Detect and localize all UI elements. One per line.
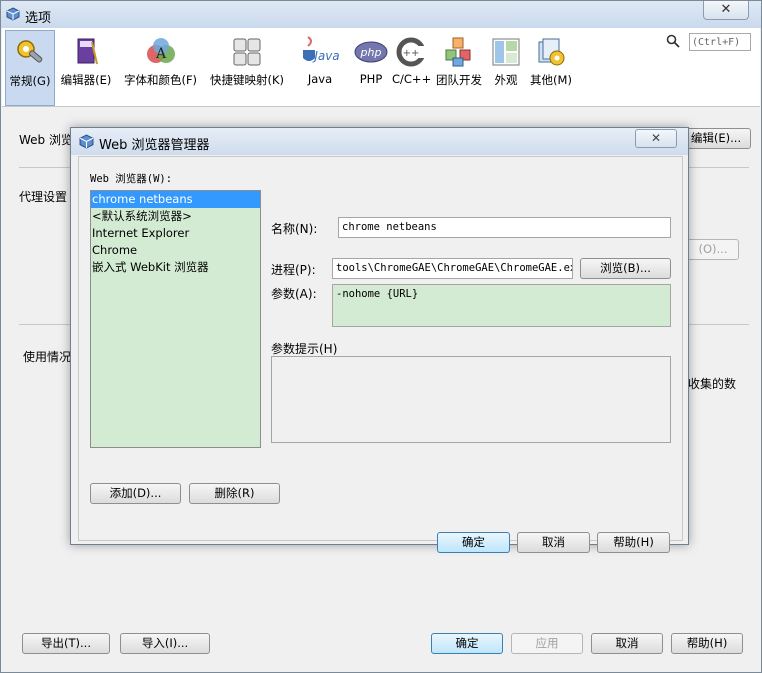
browse-button[interactable]: 浏览(B)...	[580, 258, 671, 279]
window-title: 选项	[25, 11, 52, 26]
java-icon: Java	[303, 36, 340, 63]
add-browser-button[interactable]: 添加(D)...	[90, 483, 181, 504]
netbeans-cube-icon	[79, 134, 94, 152]
proxy-options-button[interactable]: (O)...	[687, 239, 739, 260]
dialog-titlebar[interactable]: Web 浏览器管理器 ✕	[71, 128, 688, 155]
browser-list[interactable]: chrome netbeans <默认系统浏览器> Internet Explore…	[90, 190, 261, 448]
category-label: 编辑器(E)	[60, 73, 112, 87]
window-close-button[interactable]: ✕	[703, 1, 749, 20]
edit-browsers-button[interactable]: 编辑(E)...	[681, 128, 751, 149]
category-label: 团队开发	[436, 73, 482, 87]
browser-list-item[interactable]: 嵌入式 WebKit 浏览器	[91, 259, 260, 276]
category-label: Java	[307, 72, 333, 86]
arguments-hint-label: 参数提示(H)	[271, 342, 338, 356]
category-editor[interactable]: 编辑器(E)	[57, 30, 115, 104]
process-field[interactable]: tools\ChromeGAE\ChromeGAE\ChromeGAE.exe	[332, 258, 573, 279]
browser-list-item[interactable]: Internet Explorer	[91, 225, 260, 242]
cpp-icon: ++	[396, 37, 427, 67]
category-appearance[interactable]: 外观	[488, 30, 524, 104]
appearance-icon	[492, 38, 520, 66]
name-field[interactable]: chrome netbeans	[338, 217, 671, 238]
category-label: 外观	[494, 73, 518, 87]
svg-text:Java: Java	[312, 49, 339, 63]
apply-button[interactable]: 应用	[511, 633, 583, 654]
export-button[interactable]: 导出(T)...	[22, 633, 110, 654]
process-label: 进程(P):	[271, 263, 316, 277]
browser-list-item[interactable]: Chrome	[91, 242, 260, 259]
usage-collected-text: 收集的数	[688, 377, 737, 391]
category-label: 字体和颜色(F)	[123, 73, 198, 87]
keyboard-icon	[233, 38, 261, 66]
category-toolbar: 常规(G) 编辑器(E) A 字体和颜色(F) 快捷键映射(K) Java Ja…	[2, 28, 760, 107]
usage-stats-label: 使用情况	[23, 350, 72, 364]
dialog-title: Web 浏览器管理器	[99, 138, 210, 153]
browsers-list-label: Web 浏览器(W):	[90, 173, 173, 185]
team-blocks-icon	[445, 37, 471, 67]
misc-icon	[538, 38, 565, 66]
category-php[interactable]: php PHP	[352, 30, 390, 104]
name-label: 名称(N):	[271, 222, 318, 236]
dialog-close-button[interactable]: ✕	[635, 129, 677, 148]
delete-browser-button[interactable]: 删除(R)	[189, 483, 280, 504]
svg-text:php: php	[360, 46, 382, 59]
dialog-cancel-button[interactable]: 取消	[517, 532, 590, 553]
netbeans-cube-icon	[6, 7, 20, 21]
category-label: PHP	[359, 72, 383, 86]
category-label: 快捷键映射(K)	[209, 73, 284, 87]
arguments-hint-area	[271, 356, 671, 443]
category-team[interactable]: 团队开发	[432, 30, 486, 104]
category-cpp[interactable]: ++ C/C++	[392, 30, 432, 104]
editor-book-icon	[77, 38, 98, 65]
category-misc[interactable]: 其他(M)	[527, 30, 575, 104]
import-button[interactable]: 导入(I)...	[120, 633, 210, 654]
search-icon[interactable]	[666, 34, 680, 51]
browser-list-item[interactable]: chrome netbeans	[91, 191, 260, 208]
proxy-settings-label: 代理设置	[19, 190, 68, 204]
category-general[interactable]: 常规(G)	[5, 30, 55, 106]
category-label: 其他(M)	[530, 73, 572, 87]
gear-wrench-icon	[17, 40, 43, 63]
ok-button[interactable]: 确定	[431, 633, 503, 654]
php-icon: php	[354, 41, 388, 63]
browser-list-item[interactable]: <默认系统浏览器>	[91, 208, 260, 225]
category-java[interactable]: Java Java	[292, 30, 348, 104]
svg-text:++: ++	[403, 48, 420, 59]
window-titlebar[interactable]: 选项 ✕	[1, 1, 761, 28]
dialog-content: Web 浏览器(W): chrome netbeans <默认系统浏览器> Inte…	[78, 156, 683, 553]
category-keymap[interactable]: 快捷键映射(K)	[206, 30, 288, 104]
dialog-help-button[interactable]: 帮助(H)	[597, 532, 670, 553]
dialog-ok-button[interactable]: 确定	[437, 532, 510, 553]
web-browser-manager-dialog: Web 浏览器管理器 ✕ Web 浏览器(W): chrome netbeans…	[70, 127, 689, 553]
category-label: C/C++	[392, 72, 432, 86]
arguments-field[interactable]: -nohome {URL}	[332, 284, 671, 327]
help-button[interactable]: 帮助(H)	[671, 633, 743, 654]
category-fonts-colors[interactable]: A 字体和颜色(F)	[119, 30, 202, 104]
cancel-button[interactable]: 取消	[591, 633, 663, 654]
category-label: 常规(G)	[9, 74, 51, 88]
search-input[interactable]: (Ctrl+F)	[689, 33, 751, 51]
arguments-label: 参数(A):	[271, 287, 317, 301]
font-color-icon: A	[146, 38, 175, 63]
svg-text:A: A	[154, 46, 166, 62]
